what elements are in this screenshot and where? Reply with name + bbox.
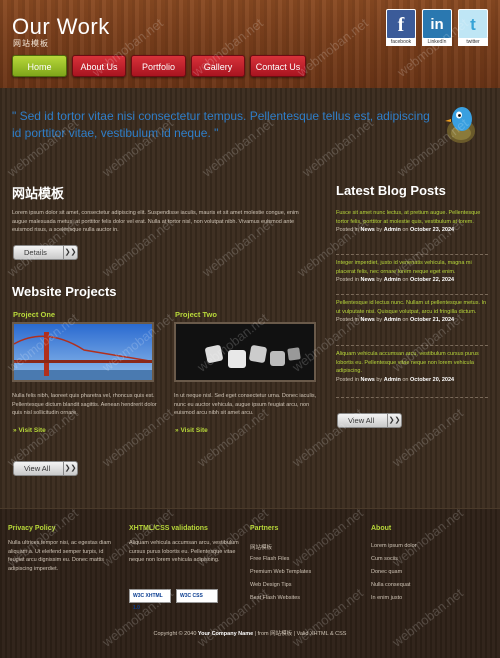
project-one-image[interactable]	[12, 322, 154, 382]
blog-divider	[336, 345, 488, 346]
visit-site-label: Visit Site	[180, 427, 208, 434]
blog-post-meta: Posted in News by Admin on October 21, 2…	[336, 317, 455, 323]
partner-link[interactable]: Web Design Tips	[250, 582, 291, 588]
intro-quote: " Sed id tortor vitae nisi consectetur t…	[12, 109, 430, 140]
blog-post-text[interactable]: Fusce sit amet nunc lectus, at pretium a…	[336, 209, 488, 226]
blog-date: October 20, 2024	[410, 376, 455, 383]
blog-view-all-button[interactable]: View All ❯❯	[337, 413, 402, 428]
project-one-visit-link[interactable]: » Visit Site	[13, 427, 46, 434]
copyright-line: Copyright © 2040 Your Company Name | fro…	[0, 629, 500, 637]
copyright-text: Copyright © 2040	[153, 631, 197, 637]
project-two-title[interactable]: Project Two	[175, 310, 217, 319]
view-all-label: View All	[24, 464, 51, 473]
blog-post-text[interactable]: Pellentesque id lectus nunc. Nullam ut p…	[336, 299, 488, 316]
visit-site-label: Visit Site	[18, 427, 46, 434]
blog-date: October 21, 2024	[410, 317, 455, 323]
blog-divider	[336, 294, 488, 295]
twitter-caption: twitter	[458, 38, 488, 46]
linkedin-link[interactable]: in LinkedIn	[422, 9, 452, 49]
about-link[interactable]: Nulla consequat	[371, 582, 410, 588]
blog-post-meta: Posted in News by Admin on October 20, 2…	[336, 376, 455, 383]
blog-date: October 22, 2024	[410, 277, 455, 283]
facebook-caption: facebook	[386, 38, 416, 46]
project-one-title[interactable]: Project One	[13, 310, 55, 319]
about-link[interactable]: Donec quam	[371, 569, 402, 575]
twitter-icon: t	[458, 9, 488, 39]
blog-divider	[336, 397, 488, 398]
dice-image	[176, 324, 314, 380]
blog-author-link[interactable]: Admin	[384, 227, 401, 233]
blog-post[interactable]: Integer imperdiet, justo id venenatis ve…	[336, 259, 488, 283]
project-two-image[interactable]	[174, 322, 316, 382]
nav-contact-us[interactable]: Contact Us	[250, 55, 306, 77]
projects-view-all-button[interactable]: View All ❯❯	[13, 461, 78, 476]
about-link[interactable]: In enim justo	[371, 595, 402, 601]
bridge-image	[14, 324, 152, 380]
twitter-bird-icon	[445, 107, 475, 143]
twitter-link[interactable]: t twitter	[458, 9, 488, 49]
nav-gallery[interactable]: Gallery	[191, 55, 245, 77]
details-button-label: Details	[24, 248, 47, 257]
blog-post-meta: Posted in News by Admin on October 23, 2…	[336, 227, 455, 233]
partner-link[interactable]: Best Flash Websites	[250, 595, 300, 601]
partner-link[interactable]: Free Flash Files	[250, 556, 289, 562]
site-title[interactable]: Our Work	[12, 14, 110, 40]
nav-about-us[interactable]: About Us	[72, 55, 126, 77]
double-chevron-right-icon: »	[175, 427, 179, 434]
blog-category-link[interactable]: News	[360, 277, 374, 283]
blog-post-text[interactable]: Aliquam vehicula accumsan arcu, vestibul…	[336, 350, 488, 376]
projects-heading: Website Projects	[12, 284, 117, 299]
privacy-policy-text: Nulla ultrices tempor nisi, ac egestas d…	[8, 540, 112, 572]
intro-text: Lorem ipsum dolor sit amet, consectetur …	[12, 210, 299, 233]
facebook-icon: f	[386, 9, 416, 39]
project-two-visit-link[interactable]: » Visit Site	[175, 427, 208, 434]
about-link[interactable]: Lorem ipsum dolor	[371, 543, 417, 549]
linkedin-icon: in	[422, 9, 452, 39]
copyright-text: | from 网站模板 | Valid	[254, 631, 309, 637]
nav-home[interactable]: Home	[12, 55, 67, 77]
facebook-link[interactable]: f facebook	[386, 9, 416, 49]
blog-author-link[interactable]: Admin	[384, 377, 401, 383]
blog-heading: Latest Blog Posts	[336, 183, 446, 198]
details-button[interactable]: Details ❯❯	[13, 245, 78, 260]
linkedin-caption: LinkedIn	[422, 38, 452, 46]
blog-post[interactable]: Fusce sit amet nunc lectus, at pretium a…	[336, 209, 488, 233]
partners-title: Partners	[250, 525, 279, 532]
double-chevron-right-icon: »	[13, 427, 17, 434]
xhtml-valid-badge[interactable]: W3C XHTML 1.0	[129, 589, 171, 611]
blog-post[interactable]: Pellentesque id lectus nunc. Nullam ut p…	[336, 299, 488, 323]
blog-author-link[interactable]: Admin	[384, 317, 401, 323]
blog-date: October 23, 2024	[410, 227, 455, 233]
blog-post[interactable]: Aliquam vehicula accumsan arcu, vestibul…	[336, 350, 488, 383]
blog-category-link[interactable]: News	[360, 317, 374, 323]
privacy-policy-title: Privacy Policy	[8, 525, 56, 532]
valid-xhtml-css-link[interactable]: XHTML & CSS	[310, 631, 346, 637]
double-chevron-right-icon: ❯❯	[63, 246, 77, 259]
project-two-text: In ut neque nisl. Sed eget consectetur u…	[174, 393, 317, 416]
blog-category-link[interactable]: News	[360, 227, 374, 233]
blog-post-text[interactable]: Integer imperdiet, justo id venenatis ve…	[336, 259, 488, 276]
company-name-link[interactable]: Your Company Name	[198, 631, 253, 637]
validations-text: Aliquam vehicula accumsan arcu, vestibul…	[129, 540, 239, 563]
about-link[interactable]: Cum sociis	[371, 556, 398, 562]
validations-title: XHTML/CSS validations	[129, 525, 208, 532]
project-one-text: Nulla felis nibh, laoreet quis pharetra …	[12, 393, 157, 416]
blog-post-meta: Posted in News by Admin on October 22, 2…	[336, 277, 455, 283]
intro-heading: 网站模板	[12, 186, 65, 201]
view-all-label: View All	[348, 416, 375, 425]
double-chevron-right-icon: ❯❯	[63, 462, 77, 475]
css-valid-badge[interactable]: W3C CSS	[176, 589, 218, 603]
blog-divider	[336, 254, 488, 255]
site-subtitle: 网站模板	[13, 39, 49, 48]
double-chevron-right-icon: ❯❯	[387, 414, 401, 427]
nav-portfolio[interactable]: Portfolio	[131, 55, 186, 77]
partner-link[interactable]: Premium Web Templates	[250, 569, 311, 575]
blog-category-link[interactable]: News	[360, 377, 374, 383]
about-title: About	[371, 525, 392, 532]
partner-link[interactable]: 网站模板	[250, 543, 272, 551]
blog-author-link[interactable]: Admin	[384, 277, 401, 283]
